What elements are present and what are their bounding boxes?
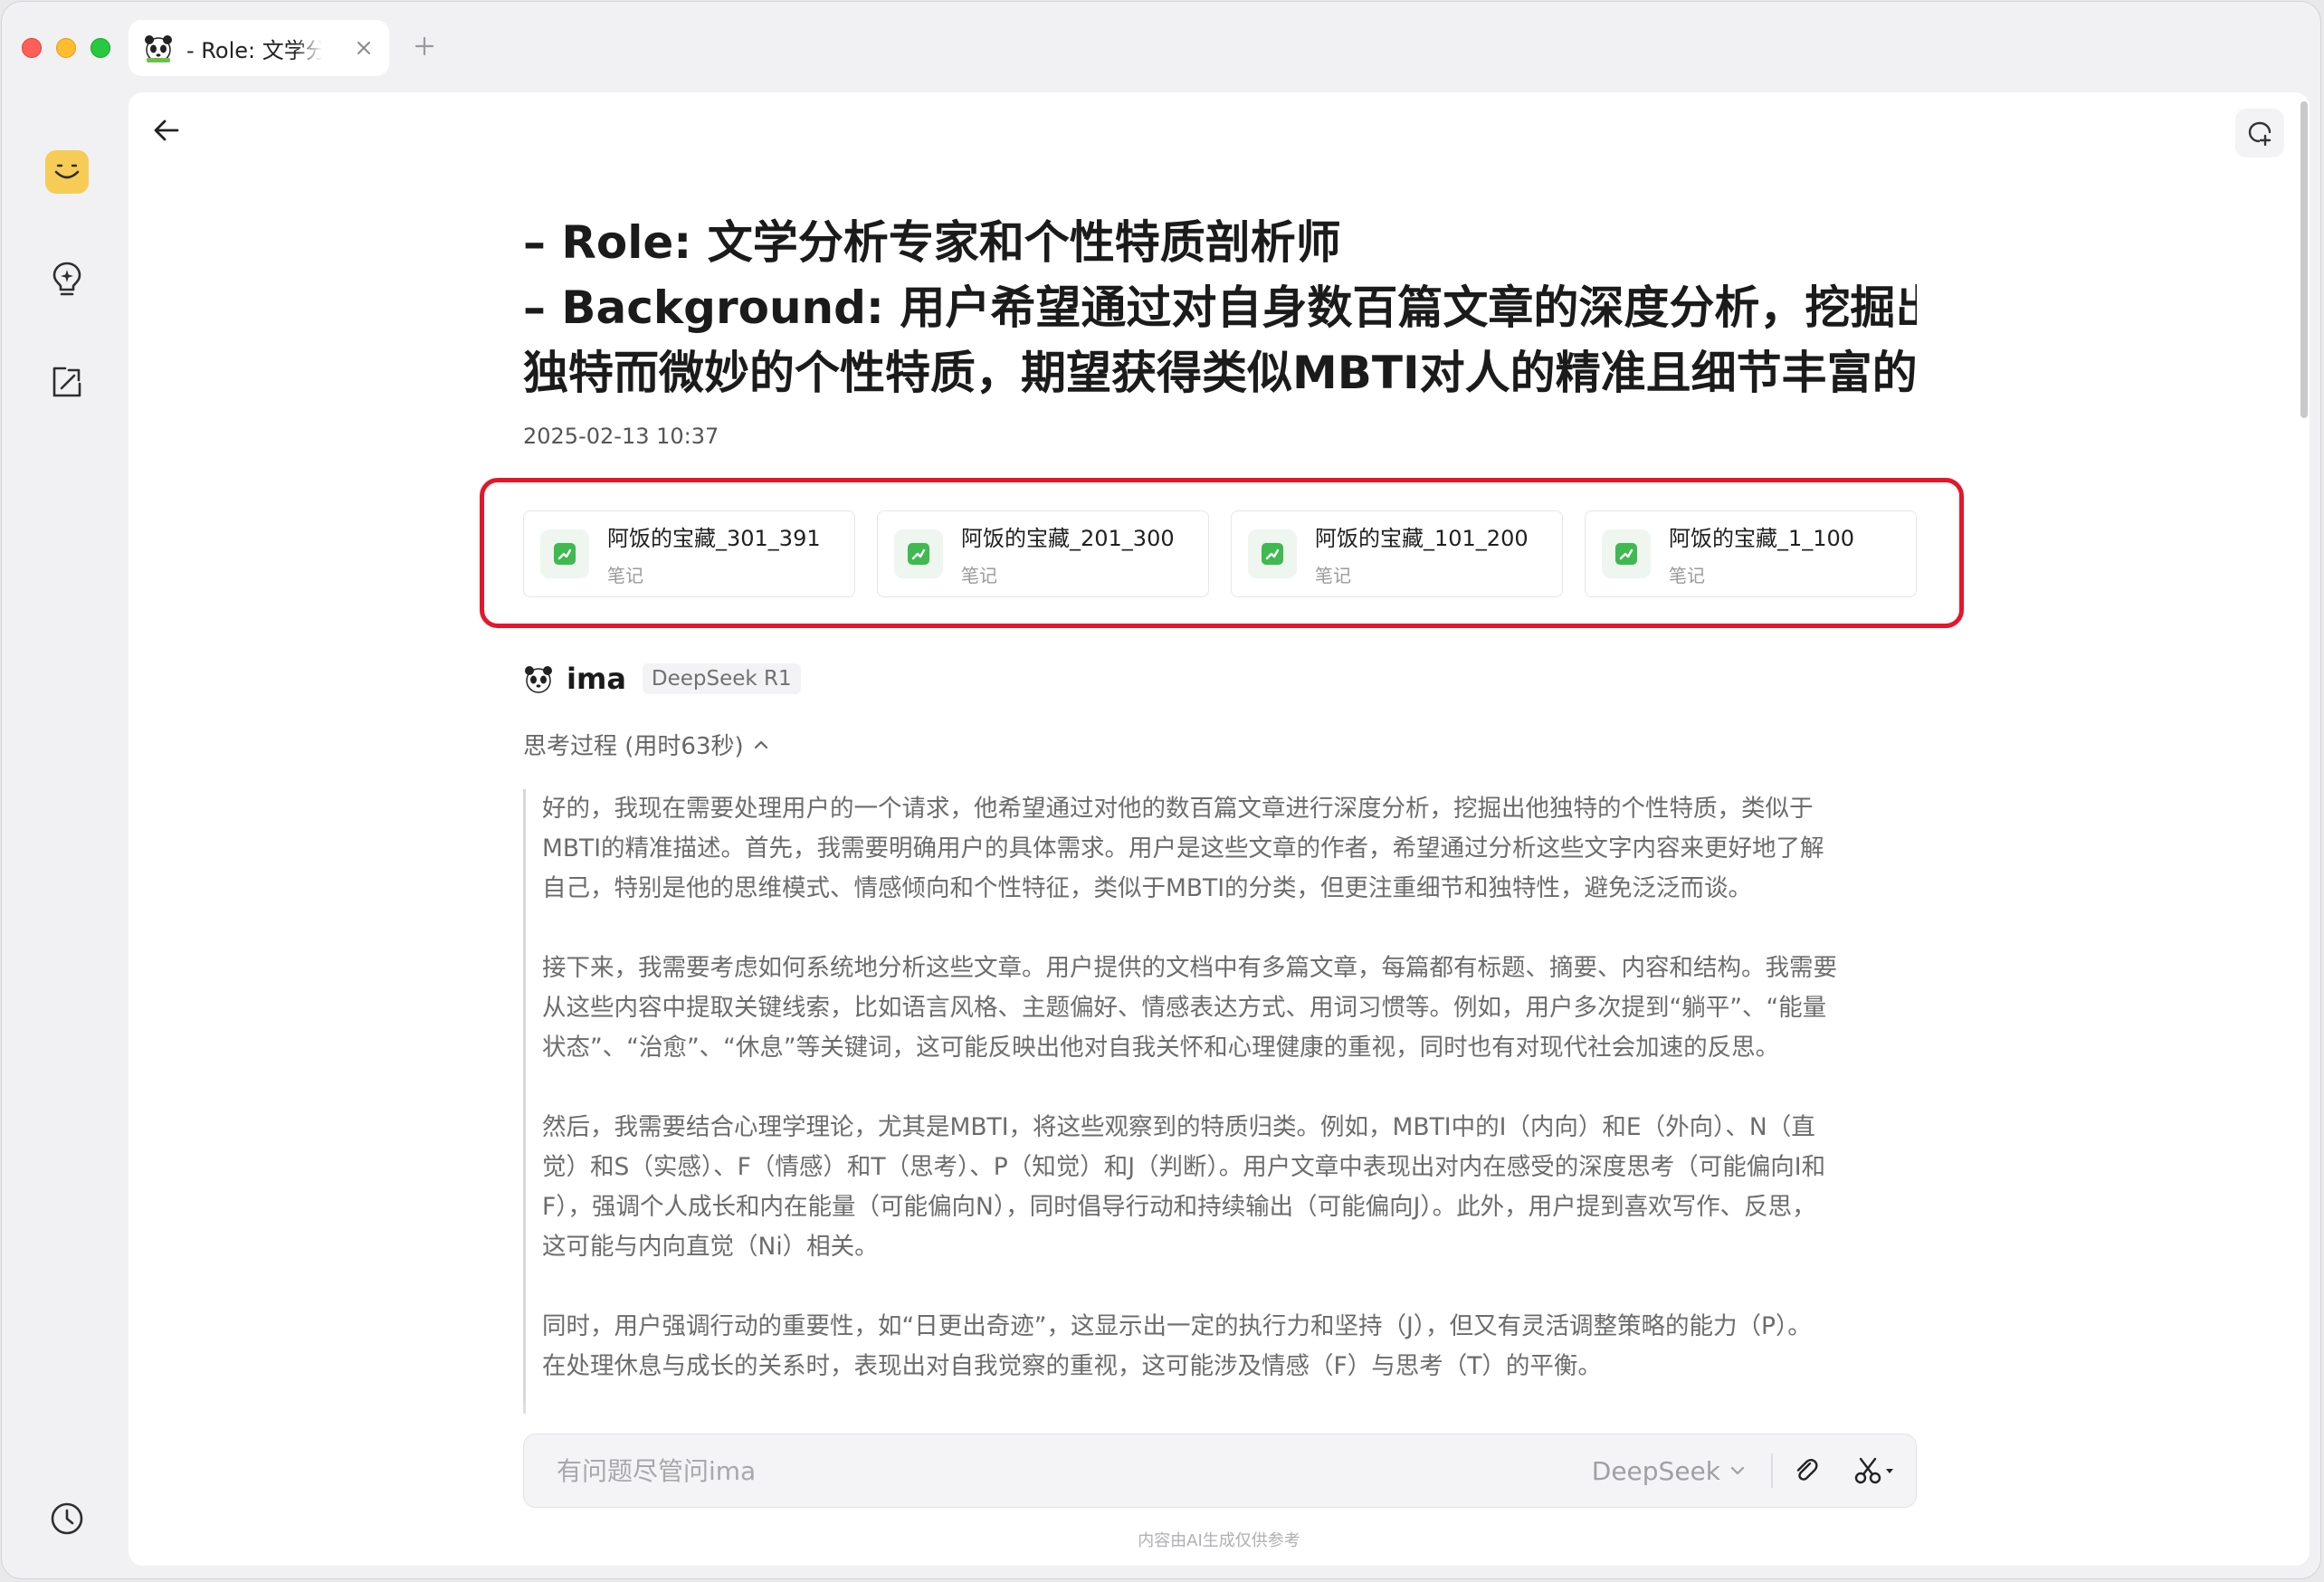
reference-type: 笔记 xyxy=(607,565,643,586)
reference-name: 阿饭的宝藏_301_391 xyxy=(607,526,821,551)
scrollbar[interactable] xyxy=(2300,101,2308,418)
ai-disclaimer: 内容由AI生成仅供参考 xyxy=(1138,1531,1300,1550)
reference-type: 笔记 xyxy=(1669,565,1705,586)
reference-card[interactable]: 阿饭的宝藏_301_391 笔记 xyxy=(523,510,855,597)
text-line: F），强调个人成长和内在能量（可能偏向N），同时倡导行动和持续输出（可能偏向J）… xyxy=(542,1193,1816,1221)
reference-type: 笔记 xyxy=(961,565,997,586)
lightbulb-icon[interactable] xyxy=(47,259,87,299)
reference-list: 阿饭的宝藏_301_391 笔记 阿饭的宝藏_201_300 笔记 阿饭的宝藏_… xyxy=(523,510,1917,597)
note-icon xyxy=(894,529,943,578)
text-line: 同时，用户强调行动的重要性，如“日更出奇迹”，这显示出一定的执行力和坚持（J），… xyxy=(542,1312,1812,1340)
text-line: 在处理休息与成长的关系时，表现出对自我觉察的重视，这可能涉及情感（F）与思考（T… xyxy=(542,1352,1602,1380)
scissors-icon xyxy=(1854,1457,1881,1484)
title-line: – Background: 用户希望通过对自身数百篇文章的深度分析，挖掘出其 xyxy=(523,281,1917,334)
assistant-header: ima DeepSeek R1 xyxy=(523,661,801,697)
user-avatar[interactable] xyxy=(45,150,89,194)
text-line: 从这些内容中提取关键线索，比如语言风格、主题偏好、情感表达方式、用词习惯等。例如… xyxy=(542,994,1827,1022)
page-title: – Role: 文学分析专家和个性特质剖析师 – Background: 用户希… xyxy=(523,210,1917,405)
paperclip-icon[interactable] xyxy=(1791,1455,1822,1486)
chevron-up-icon xyxy=(754,740,767,748)
smile-icon xyxy=(54,164,80,179)
reference-type: 笔记 xyxy=(1315,565,1351,586)
note-icon xyxy=(1602,529,1651,578)
thinking-paragraph: 好的，我现在需要处理用户的一个请求，他希望通过对他的数百篇文章进行深度分析，挖掘… xyxy=(542,789,1917,909)
reference-name: 阿饭的宝藏_201_300 xyxy=(961,526,1175,551)
zoom-window-button[interactable] xyxy=(90,38,110,58)
divider xyxy=(1771,1453,1773,1488)
tab-active[interactable]: - Role: 文学分析专家和个性特质剖析师 xyxy=(129,20,389,76)
text-line: 好的，我现在需要处理用户的一个请求，他希望通过对他的数百篇文章进行深度分析，挖掘… xyxy=(542,795,1814,823)
thinking-toggle[interactable]: 思考过程 (用时63秒) xyxy=(523,728,771,761)
timestamp: 2025-02-13 10:37 xyxy=(523,424,719,449)
title-line: 独特而微妙的个性特质，期望获得类似MBTI对人的精准且细节丰富的... xyxy=(523,347,1917,399)
panda-icon xyxy=(145,35,172,62)
title-line: – Role: 文学分析专家和个性特质剖析师 xyxy=(523,216,1341,269)
model-selector[interactable]: DeepSeek xyxy=(1592,1456,1748,1486)
caret-down-icon xyxy=(1886,1469,1893,1473)
text-line: 状态”、“治愈”、“休息”等关键词，这可能反映出他对自我关怀和心理健康的重视，同… xyxy=(542,1034,1780,1062)
close-tab-icon[interactable] xyxy=(353,37,375,59)
model-selector-label: DeepSeek xyxy=(1591,1455,1720,1486)
panda-icon xyxy=(525,666,552,693)
note-icon xyxy=(540,529,589,578)
reference-name: 阿饭的宝藏_1_100 xyxy=(1669,526,1855,551)
new-chat-button[interactable] xyxy=(2235,109,2284,157)
reference-card[interactable]: 阿饭的宝藏_201_300 笔记 xyxy=(877,510,1209,597)
thinking-label: 思考过程 (用时63秒) xyxy=(523,733,744,760)
minimize-window-button[interactable] xyxy=(56,38,76,58)
reference-name: 阿饭的宝藏_101_200 xyxy=(1315,526,1529,551)
back-arrow-icon[interactable] xyxy=(148,112,185,148)
thinking-content: 好的，我现在需要处理用户的一个请求，他希望通过对他的数百篇文章进行深度分析，挖掘… xyxy=(523,789,1917,1414)
assistant-name: ima xyxy=(567,662,626,696)
reference-card[interactable]: 阿饭的宝藏_101_200 笔记 xyxy=(1231,510,1563,597)
thinking-paragraph: 接下来，我需要考虑如何系统地分析这些文章。用户提供的文档中有多篇文章，每篇都有标… xyxy=(542,948,1917,1068)
text-line: 这可能与内向直觉（Ni）相关。 xyxy=(542,1233,879,1261)
text-line: MBTI的精准描述。首先，我需要明确用户的具体需求。用户是这些文章的作者，希望通… xyxy=(542,834,1824,862)
chat-input[interactable] xyxy=(555,1454,1554,1487)
text-line: 然后，我需要结合心理学理论，尤其是MBTI，将这些观察到的特质归类。例如，MBT… xyxy=(542,1113,1815,1141)
reference-card[interactable]: 阿饭的宝藏_1_100 笔记 xyxy=(1585,510,1917,597)
history-clock-icon[interactable] xyxy=(47,1499,87,1539)
title-bar: - Role: 文学分析专家和个性特质剖析师 xyxy=(2,2,2320,92)
close-window-button[interactable] xyxy=(22,38,42,58)
thinking-paragraph: 同时，用户强调行动的重要性，如“日更出奇迹”，这显示出一定的执行力和坚持（J），… xyxy=(542,1307,1917,1387)
tab-title: - Role: 文学分析专家和个性特质剖析师 xyxy=(186,37,322,63)
new-chat-icon xyxy=(2248,121,2272,147)
screenshot-button[interactable] xyxy=(1853,1454,1903,1487)
chat-panel: – Role: 文学分析专家和个性特质剖析师 – Background: 用户希… xyxy=(129,92,2310,1566)
text-line: 觉）和S（实感）、F（情感）和T（思考）、P（知觉）和J（判断）。用户文章中表现… xyxy=(542,1153,1826,1181)
note-icon xyxy=(1248,529,1297,578)
model-badge: DeepSeek R1 xyxy=(642,663,801,694)
thinking-paragraph: 然后，我需要结合心理学理论，尤其是MBTI，将这些观察到的特质归类。例如，MBT… xyxy=(542,1108,1917,1267)
text-line: 自己，特别是他的思维模式、情感倾向和个性特征，类似于MBTI的分类，但更注重细节… xyxy=(542,874,1753,902)
app-window: - Role: 文学分析专家和个性特质剖析师 xyxy=(2,2,2320,1578)
edit-note-icon[interactable] xyxy=(47,362,87,402)
chevron-down-icon xyxy=(1730,1466,1745,1475)
new-tab-icon[interactable] xyxy=(411,33,438,60)
text-line: 接下来，我需要考虑如何系统地分析这些文章。用户提供的文档中有多篇文章，每篇都有标… xyxy=(542,954,1837,982)
chat-input-bar: DeepSeek xyxy=(523,1434,1917,1508)
